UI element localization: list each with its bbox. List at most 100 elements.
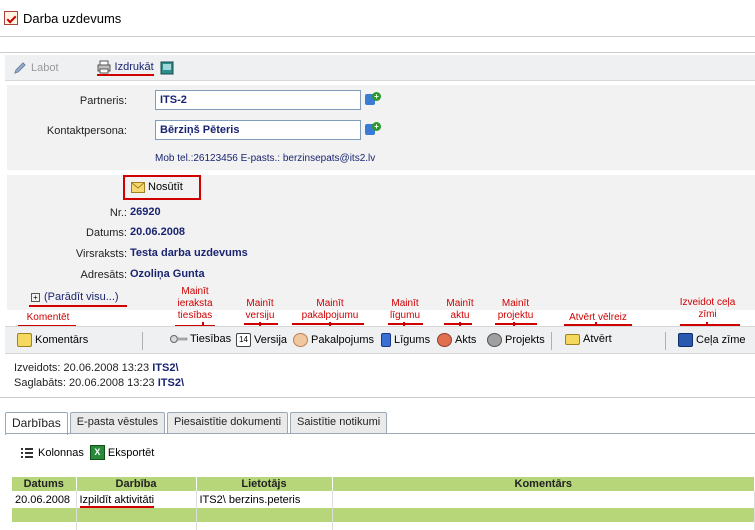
version-button[interactable]: 14 Versija	[236, 333, 287, 347]
contact-info: Mob tel.:26123456 E-pasts.: berzinsepats…	[155, 153, 376, 164]
actions-grid: Datums Darbība Lietotājs Komentārs 20.06…	[12, 477, 755, 530]
created-label: Izveidots: 20.06.2008 13:23	[14, 362, 150, 374]
column-header[interactable]: Datums	[12, 477, 77, 491]
annotation-contract: Mainīt līgumu	[389, 298, 420, 321]
annotation-reopen: Atvērt vēlreiz	[569, 312, 627, 323]
annotation-underline	[244, 323, 278, 325]
contact-field[interactable]: Bērziņš Pēteris	[155, 120, 361, 140]
contract-label: Līgums	[394, 334, 431, 346]
add-contact-icon[interactable]: +	[365, 122, 381, 136]
nr-value: 26920	[130, 206, 161, 218]
pencil-icon	[14, 61, 26, 74]
act-button[interactable]: Akts	[437, 333, 476, 347]
table-row[interactable]	[12, 522, 755, 530]
show-all-toggle[interactable]: + (Parādīt visu...)	[31, 291, 119, 303]
annotation-rights: Mainīt ieraksta tiesības	[177, 286, 213, 321]
saved-label: Saglabāts: 20.06.2008 13:23	[14, 377, 155, 389]
cell-date: 20.06.2008	[12, 491, 77, 508]
key-icon	[170, 335, 188, 343]
show-all-label: (Parādīt visu...)	[44, 291, 119, 303]
columns-label: Kolonnas	[38, 446, 84, 459]
preview-button[interactable]	[160, 61, 178, 75]
separator	[665, 332, 666, 350]
version-label: Versija	[254, 334, 288, 346]
partner-field[interactable]: ITS-2	[155, 90, 361, 110]
annotation-version: Mainīt versiju	[245, 298, 275, 321]
folder-icon	[565, 333, 580, 345]
action-value: Izpildīt aktivitāti	[79, 493, 155, 508]
export-label: Eksportēt	[107, 446, 155, 459]
tab-bar: Darbības E-pasta vēstules Piesaistītie d…	[5, 412, 389, 435]
print-label: Izdrukāt	[114, 60, 154, 73]
cell-action: Izpildīt aktivitāti	[76, 491, 197, 508]
nr-label: Nr.:	[109, 207, 127, 219]
envelope-icon	[131, 181, 145, 193]
columns-icon	[21, 447, 33, 458]
tab-documents[interactable]: Piesaistītie dokumenti	[167, 412, 289, 433]
export-button[interactable]: X Eksportēt	[89, 445, 155, 460]
annotation-route: Izveidot ceļa zīmi	[679, 297, 736, 320]
date-value: 20.06.2008	[130, 226, 186, 238]
details-panel: Nosūtīt Nr.: 26920 Datums: 20.06.2008 Vi…	[7, 175, 755, 310]
excel-icon: X	[89, 445, 105, 460]
printer-icon	[97, 60, 111, 73]
contract-icon	[381, 333, 391, 347]
column-header[interactable]: Komentārs	[332, 477, 755, 491]
gear-icon	[293, 333, 308, 347]
cell-comment	[332, 491, 755, 508]
top-toolbar: Labot Izdrukāt	[5, 55, 755, 81]
edit-button[interactable]: Labot	[13, 61, 59, 75]
act-icon	[437, 333, 452, 347]
tab-underline	[5, 433, 755, 434]
window-title: Darba uzdevums	[23, 10, 122, 26]
table-row[interactable]	[12, 508, 755, 522]
route-sign-icon	[678, 333, 693, 347]
rights-button[interactable]: Tiesības	[170, 333, 231, 345]
columns-button[interactable]: Kolonnas	[20, 447, 84, 459]
print-button[interactable]: Izdrukāt	[96, 60, 154, 76]
annotation-underline	[388, 323, 423, 325]
comment-button[interactable]: Komentārs	[17, 333, 88, 347]
divider	[0, 36, 755, 37]
service-label: Pakalpojums	[311, 334, 374, 346]
rights-label: Tiesības	[190, 333, 232, 345]
service-button[interactable]: Pakalpojums	[293, 333, 374, 347]
saved-user: ITS2\	[157, 377, 185, 389]
cell-user: ITS2\ berzins.peteris	[196, 491, 333, 508]
table-row[interactable]: 20.06.2008 Izpildīt aktivitāti ITS2\ ber…	[12, 491, 755, 508]
project-gear-icon	[487, 333, 502, 347]
created-user: ITS2\	[152, 362, 179, 374]
actions-toolbar: Komentārs Tiesības 14 Versija Pakalpojum…	[5, 326, 755, 354]
project-button[interactable]: Projekts	[487, 333, 545, 347]
annotation-underline	[29, 305, 127, 307]
open-label: Atvērt	[583, 333, 612, 345]
window-titlebar: Darba uzdevums	[0, 0, 755, 36]
annotation-comment: Komentēt	[26, 312, 70, 323]
partner-label: Partneris:	[79, 95, 127, 107]
column-header[interactable]: Lietotājs	[196, 477, 333, 491]
task-icon	[4, 11, 18, 25]
grid-toolbar: Kolonnas X Eksportēt	[20, 445, 154, 460]
contract-button[interactable]: Līgums	[381, 333, 430, 347]
open-button[interactable]: Atvērt	[565, 333, 612, 345]
subject-label: Virsraksts:	[75, 248, 127, 260]
annotation-act: Mainīt aktu	[446, 298, 474, 321]
divider	[0, 52, 755, 53]
route-button[interactable]: Ceļa zīme	[678, 333, 746, 347]
tab-actions[interactable]: Darbības	[5, 412, 68, 435]
comment-icon	[17, 333, 32, 347]
saved-info: Saglabāts: 20.06.2008 13:23 ITS2\	[14, 377, 184, 389]
annotation-underline	[292, 323, 364, 325]
add-partner-icon[interactable]: +	[365, 92, 381, 106]
subject-value: Testa darba uzdevums	[130, 247, 248, 259]
partner-panel: Partneris: ITS-2 + Kontaktpersona: Bērzi…	[7, 85, 755, 170]
act-label: Akts	[455, 334, 477, 346]
calendar-icon: 14	[236, 333, 251, 347]
recipient-label: Adresāts:	[80, 269, 127, 281]
column-header[interactable]: Darbība	[76, 477, 197, 491]
tab-events[interactable]: Saistītie notikumi	[290, 412, 388, 433]
send-button[interactable]: Nosūtīt	[131, 181, 183, 193]
annotation-underline	[444, 323, 472, 325]
tab-emails[interactable]: E-pasta vēstules	[69, 412, 166, 433]
annotation-underline	[495, 323, 537, 325]
